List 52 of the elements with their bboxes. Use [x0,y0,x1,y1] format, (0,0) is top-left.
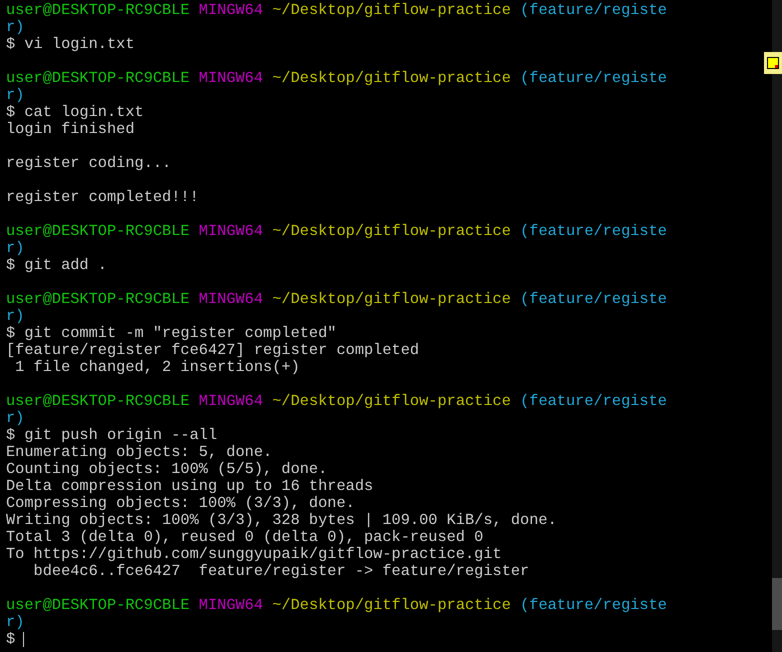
prompt-branch: (feature/registe [520,1,667,19]
command-line: $ [6,631,16,648]
prompt-user: user@DESKTOP-RC9CBLE [6,222,190,240]
prompt-user: user@DESKTOP-RC9CBLE [6,596,190,614]
scrollbar[interactable] [772,0,782,652]
output-line: Enumerating objects: 5, done. [6,444,272,461]
prompt-path: ~/Desktop/gitflow-practice [272,290,511,308]
prompt-system: MINGW64 [198,596,264,614]
prompt-branch: r) [6,613,24,631]
prompt-branch: r) [6,86,24,104]
command-line: $ cat login.txt [6,104,144,121]
prompt-branch: r) [6,307,24,325]
prompt-branch: (feature/registe [520,596,667,614]
output-line: register completed!!! [6,189,199,206]
output-line: login finished [6,121,135,138]
prompt-branch: r) [6,409,24,427]
output-line: To https://github.com/sunggyupaik/gitflow-practice.git [6,546,502,563]
prompt-user: user@DESKTOP-RC9CBLE [6,69,190,87]
command-line: $ vi login.txt [6,36,135,53]
prompt-path: ~/Desktop/gitflow-practice [272,222,511,240]
prompt-branch: (feature/registe [520,290,667,308]
output-line: register coding... [6,155,172,172]
prompt-path: ~/Desktop/gitflow-practice [272,69,511,87]
output-line: Counting objects: 100% (5/5), done. [6,461,328,478]
scrollbar-thumb[interactable] [772,578,782,630]
output-line: Delta compression using up to 16 threads [6,478,374,495]
output-line: bdee4c6..fce6427 feature/register -> feature/register [32,563,530,580]
output-line: 1 file changed, 2 insertions(+) [14,359,300,376]
command-line: $ git commit -m "register completed" [6,325,336,342]
prompt-branch: r) [6,18,24,36]
prompt-path: ~/Desktop/gitflow-practice [272,1,511,19]
prompt-user: user@DESKTOP-RC9CBLE [6,1,190,19]
prompt-system: MINGW64 [198,69,264,87]
prompt-user: user@DESKTOP-RC9CBLE [6,392,190,410]
output-line: Writing objects: 100% (3/3), 328 bytes | 109.00 KiB/s, done. [6,512,557,529]
prompt-system: MINGW64 [198,222,264,240]
prompt-branch: (feature/registe [520,222,667,240]
output-line: [feature/register fce6427] register completed [6,342,420,359]
prompt-path: ~/Desktop/gitflow-practice [272,392,511,410]
command-line: $ git add . [6,257,107,274]
prompt-system: MINGW64 [198,290,264,308]
note-icon[interactable] [764,52,782,74]
prompt-system: MINGW64 [198,1,264,19]
output-line: Total 3 (delta 0), reused 0 (delta 0), pack-reused 0 [6,529,484,546]
prompt-branch: r) [6,239,24,257]
prompt-user: user@DESKTOP-RC9CBLE [6,290,190,308]
command-line: $ git push origin --all [6,427,218,444]
prompt-system: MINGW64 [198,392,264,410]
prompt-path: ~/Desktop/gitflow-practice [272,596,511,614]
prompt-branch: (feature/registe [520,392,667,410]
output-line: Compressing objects: 100% (3/3), done. [6,495,355,512]
prompt-branch: (feature/registe [520,69,667,87]
